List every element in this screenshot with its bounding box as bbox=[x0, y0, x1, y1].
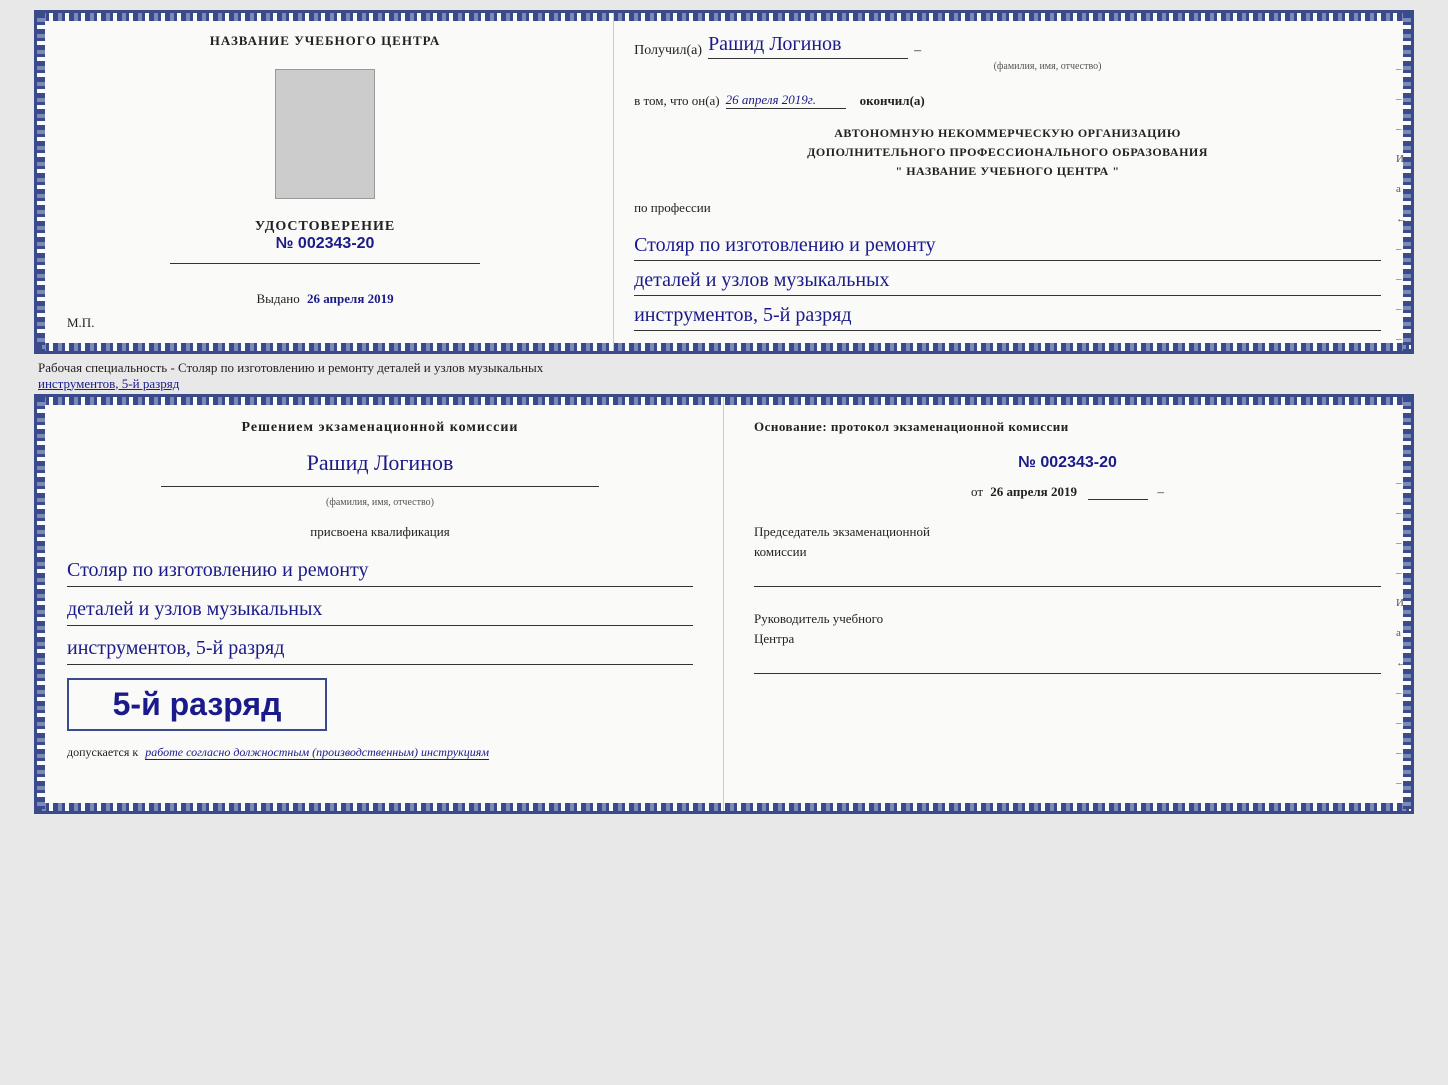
kval-block: Столяр по изготовлению и ремонту деталей… bbox=[67, 548, 693, 665]
between-text-underline: инструментов, 5-й разряд bbox=[38, 376, 179, 391]
bottom-left-panel: Решением экзаменационной комиссии Рашид … bbox=[37, 397, 724, 811]
profession-line1: Столяр по изготовлению и ремонту bbox=[634, 230, 1381, 261]
profession-block: Столяр по изготовлению и ремонту деталей… bbox=[634, 226, 1381, 331]
predsedatel-signature-line bbox=[754, 567, 1381, 587]
predsedatel-block: Председатель экзаменационной комиссии bbox=[754, 522, 1381, 587]
org-line3: " НАЗВАНИЕ УЧЕБНОГО ЦЕНТРА " bbox=[634, 162, 1381, 181]
rukovoditel-line2: Центра bbox=[754, 631, 794, 646]
protocol-number: № 002343-20 bbox=[754, 454, 1381, 472]
rukovoditel-title: Руководитель учебного Центра bbox=[754, 609, 1381, 648]
vydano-line: Выдано 26 апреля 2019 bbox=[256, 291, 393, 307]
org-line1: АВТОНОМНУЮ НЕКОММЕРЧЕСКУЮ ОРГАНИЗАЦИЮ bbox=[634, 124, 1381, 143]
poluchil-label: Получил(а) bbox=[634, 43, 702, 59]
top-certificate: НАЗВАНИЕ УЧЕБНОГО ЦЕНТРА УДОСТОВЕРЕНИЕ №… bbox=[34, 10, 1414, 354]
rukovoditel-signature-line bbox=[754, 654, 1381, 674]
between-label: Рабочая специальность - Столяр по изгото… bbox=[34, 354, 1414, 394]
document-container: НАЗВАНИЕ УЧЕБНОГО ЦЕНТРА УДОСТОВЕРЕНИЕ №… bbox=[34, 10, 1414, 814]
udostoverenie-label: УДОСТОВЕРЕНИЕ bbox=[255, 219, 395, 235]
predsedatel-line1: Председатель экзаменационной bbox=[754, 524, 930, 539]
org-name-top: НАЗВАНИЕ УЧЕБНОГО ЦЕНТРА bbox=[210, 33, 441, 49]
bottom-cert-left-border bbox=[37, 397, 45, 811]
dopuskaetsya-italic: работе согласно должностным (производств… bbox=[145, 745, 489, 760]
poluchil-dash: – bbox=[914, 43, 921, 59]
fio-label-top: (фамилия, имя, отчество) bbox=[714, 61, 1381, 72]
side-marks-top: – – – И а ← – – – – bbox=[1396, 63, 1407, 345]
predsedatel-line2: комиссии bbox=[754, 544, 807, 559]
profession-line3: инструментов, 5-й разряд bbox=[634, 300, 1381, 331]
vtom-label: в том, что он(а) bbox=[634, 93, 720, 109]
cert-right-panel: Получил(а) Рашид Логинов – (фамилия, имя… bbox=[614, 13, 1411, 351]
profession-line2: деталей и узлов музыкальных bbox=[634, 265, 1381, 296]
poluchil-row: Получил(а) Рашид Логинов – (фамилия, имя… bbox=[634, 33, 1381, 72]
rukovoditel-line1: Руководитель учебного bbox=[754, 611, 883, 626]
ot-label: от bbox=[971, 484, 983, 499]
poluchil-line: Получил(а) Рашид Логинов – bbox=[634, 33, 1381, 59]
cert-left-panel: НАЗВАНИЕ УЧЕБНОГО ЦЕНТРА УДОСТОВЕРЕНИЕ №… bbox=[37, 13, 614, 351]
dash-mark1: – bbox=[1157, 484, 1164, 499]
predsedatel-title: Председатель экзаменационной комиссии bbox=[754, 522, 1381, 561]
po-professii-label: по профессии bbox=[634, 200, 1381, 216]
kval-line3: инструментов, 5-й разряд bbox=[67, 632, 693, 665]
bottom-right-panel: Основание: протокол экзаменационной коми… bbox=[724, 397, 1411, 811]
kval-line2: деталей и узлов музыкальных bbox=[67, 593, 693, 626]
udostoverenie-number: № 002343-20 bbox=[276, 235, 375, 252]
vtom-line: в том, что он(а) 26 апреля 2019г. окончи… bbox=[634, 92, 1381, 109]
photo-placeholder bbox=[275, 69, 375, 199]
dopuskaetsya-block: допускается к работе согласно должностны… bbox=[67, 745, 693, 760]
resheniem-text: Решением экзаменационной комиссии bbox=[67, 417, 693, 438]
kval-line1: Столяр по изготовлению и ремонту bbox=[67, 554, 693, 587]
osnovanie-text: Основание: протокол экзаменационной коми… bbox=[754, 417, 1381, 437]
org-block: АВТОНОМНУЮ НЕКОММЕРЧЕСКУЮ ОРГАНИЗАЦИЮ ДО… bbox=[634, 124, 1381, 182]
razryad-box: 5-й разряд bbox=[67, 678, 327, 731]
vydano-date: 26 апреля 2019 bbox=[307, 291, 394, 306]
side-marks-bottom: – – – – И а ← – – – – bbox=[1396, 477, 1407, 789]
rukovoditel-block: Руководитель учебного Центра bbox=[754, 609, 1381, 674]
razryad-big-text: 5-й разряд bbox=[79, 686, 315, 723]
between-text-normal: Рабочая специальность - Столяр по изгото… bbox=[38, 360, 543, 375]
vtom-date: 26 апреля 2019г. bbox=[726, 92, 846, 109]
poluchil-name: Рашид Логинов bbox=[708, 33, 908, 59]
bottom-name: Рашид Логинов bbox=[67, 450, 693, 476]
dopuskaetsya-prefix: допускается к bbox=[67, 745, 138, 759]
mp-label: М.П. bbox=[67, 315, 94, 331]
vydano-label: Выдано bbox=[256, 291, 299, 306]
bottom-certificate: Решением экзаменационной комиссии Рашид … bbox=[34, 394, 1414, 814]
fio-label-bottom: (фамилия, имя, отчество) bbox=[67, 497, 693, 508]
okonchil-label: окончил(а) bbox=[860, 93, 925, 109]
ot-line: от 26 апреля 2019 – bbox=[754, 484, 1381, 500]
org-line2: ДОПОЛНИТЕЛЬНОГО ПРОФЕССИОНАЛЬНОГО ОБРАЗО… bbox=[634, 143, 1381, 162]
udostoverenie-block: УДОСТОВЕРЕНИЕ № 002343-20 bbox=[255, 219, 395, 253]
prisvoena-label: присвоена квалификация bbox=[67, 524, 693, 540]
ot-date: 26 апреля 2019 bbox=[990, 484, 1077, 499]
